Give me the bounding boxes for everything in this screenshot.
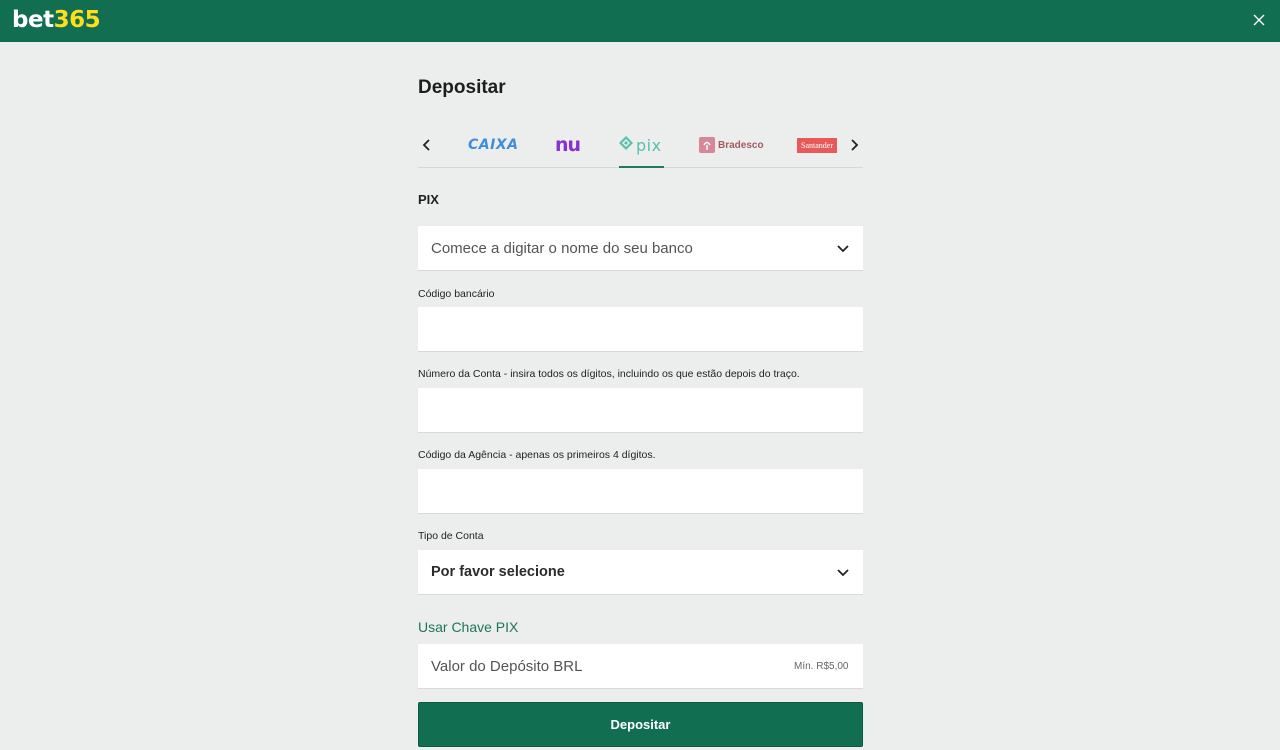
- bank-option-nubank[interactable]: nu: [555, 130, 581, 160]
- logo-text-bet: bet: [12, 7, 54, 33]
- bank-carousel: CAIXA nu pix Bradesco Santander: [418, 124, 863, 168]
- bank-option-caixa[interactable]: CAIXA: [468, 130, 518, 160]
- account-type-label: Tipo de Conta: [418, 530, 484, 542]
- santander-logo: Santander: [797, 137, 837, 153]
- deposit-amount-placeholder: Valor do Depósito BRL: [431, 658, 583, 675]
- chevron-right-icon[interactable]: [846, 136, 862, 154]
- close-icon[interactable]: [1250, 11, 1268, 29]
- brand-logo[interactable]: bet365: [12, 6, 101, 34]
- bank-name-placeholder: Comece a digitar o nome do seu banco: [431, 240, 693, 257]
- bank-code-label: Código bancário: [418, 288, 495, 300]
- top-bar: bet365: [0, 0, 1280, 42]
- bank-name-select[interactable]: Comece a digitar o nome do seu banco: [418, 226, 863, 271]
- bank-option-bradesco[interactable]: Bradesco: [699, 130, 764, 160]
- logo-text-365: 365: [53, 7, 101, 33]
- page-title: Depositar: [418, 77, 506, 98]
- chevron-down-icon: [836, 242, 850, 254]
- nubank-logo: nu: [555, 134, 581, 156]
- deposit-amount-input[interactable]: Valor do Depósito BRL Mín. R$5,00: [418, 644, 863, 689]
- pix-logo: pix: [636, 135, 662, 155]
- caixa-logo: CAIXA: [468, 137, 519, 153]
- agency-code-label: Código da Agência - apenas os primeiros …: [418, 449, 656, 461]
- section-title-pix: PIX: [418, 192, 439, 207]
- chevron-down-icon: [836, 566, 850, 578]
- account-number-input[interactable]: [418, 388, 863, 433]
- account-type-selected: Por favor selecione: [431, 564, 565, 580]
- bradesco-logo: Bradesco: [718, 139, 764, 151]
- bank-option-pix[interactable]: pix: [618, 130, 662, 160]
- bradesco-icon: [699, 137, 715, 153]
- minimum-amount-hint: Mín. R$5,00: [794, 661, 849, 672]
- account-number-label: Número da Conta - insira todos os dígito…: [418, 368, 800, 380]
- bank-option-santander[interactable]: Santander: [797, 130, 840, 160]
- chevron-left-icon[interactable]: [419, 136, 435, 154]
- account-type-select[interactable]: Por favor selecione: [418, 550, 863, 595]
- pix-diamond-icon: [618, 135, 634, 156]
- bank-code-input[interactable]: [418, 307, 863, 352]
- deposit-button[interactable]: Depositar: [418, 702, 863, 747]
- agency-code-input[interactable]: [418, 469, 863, 514]
- selected-bank-indicator: [619, 166, 664, 168]
- use-pix-key-link[interactable]: Usar Chave PIX: [418, 619, 518, 635]
